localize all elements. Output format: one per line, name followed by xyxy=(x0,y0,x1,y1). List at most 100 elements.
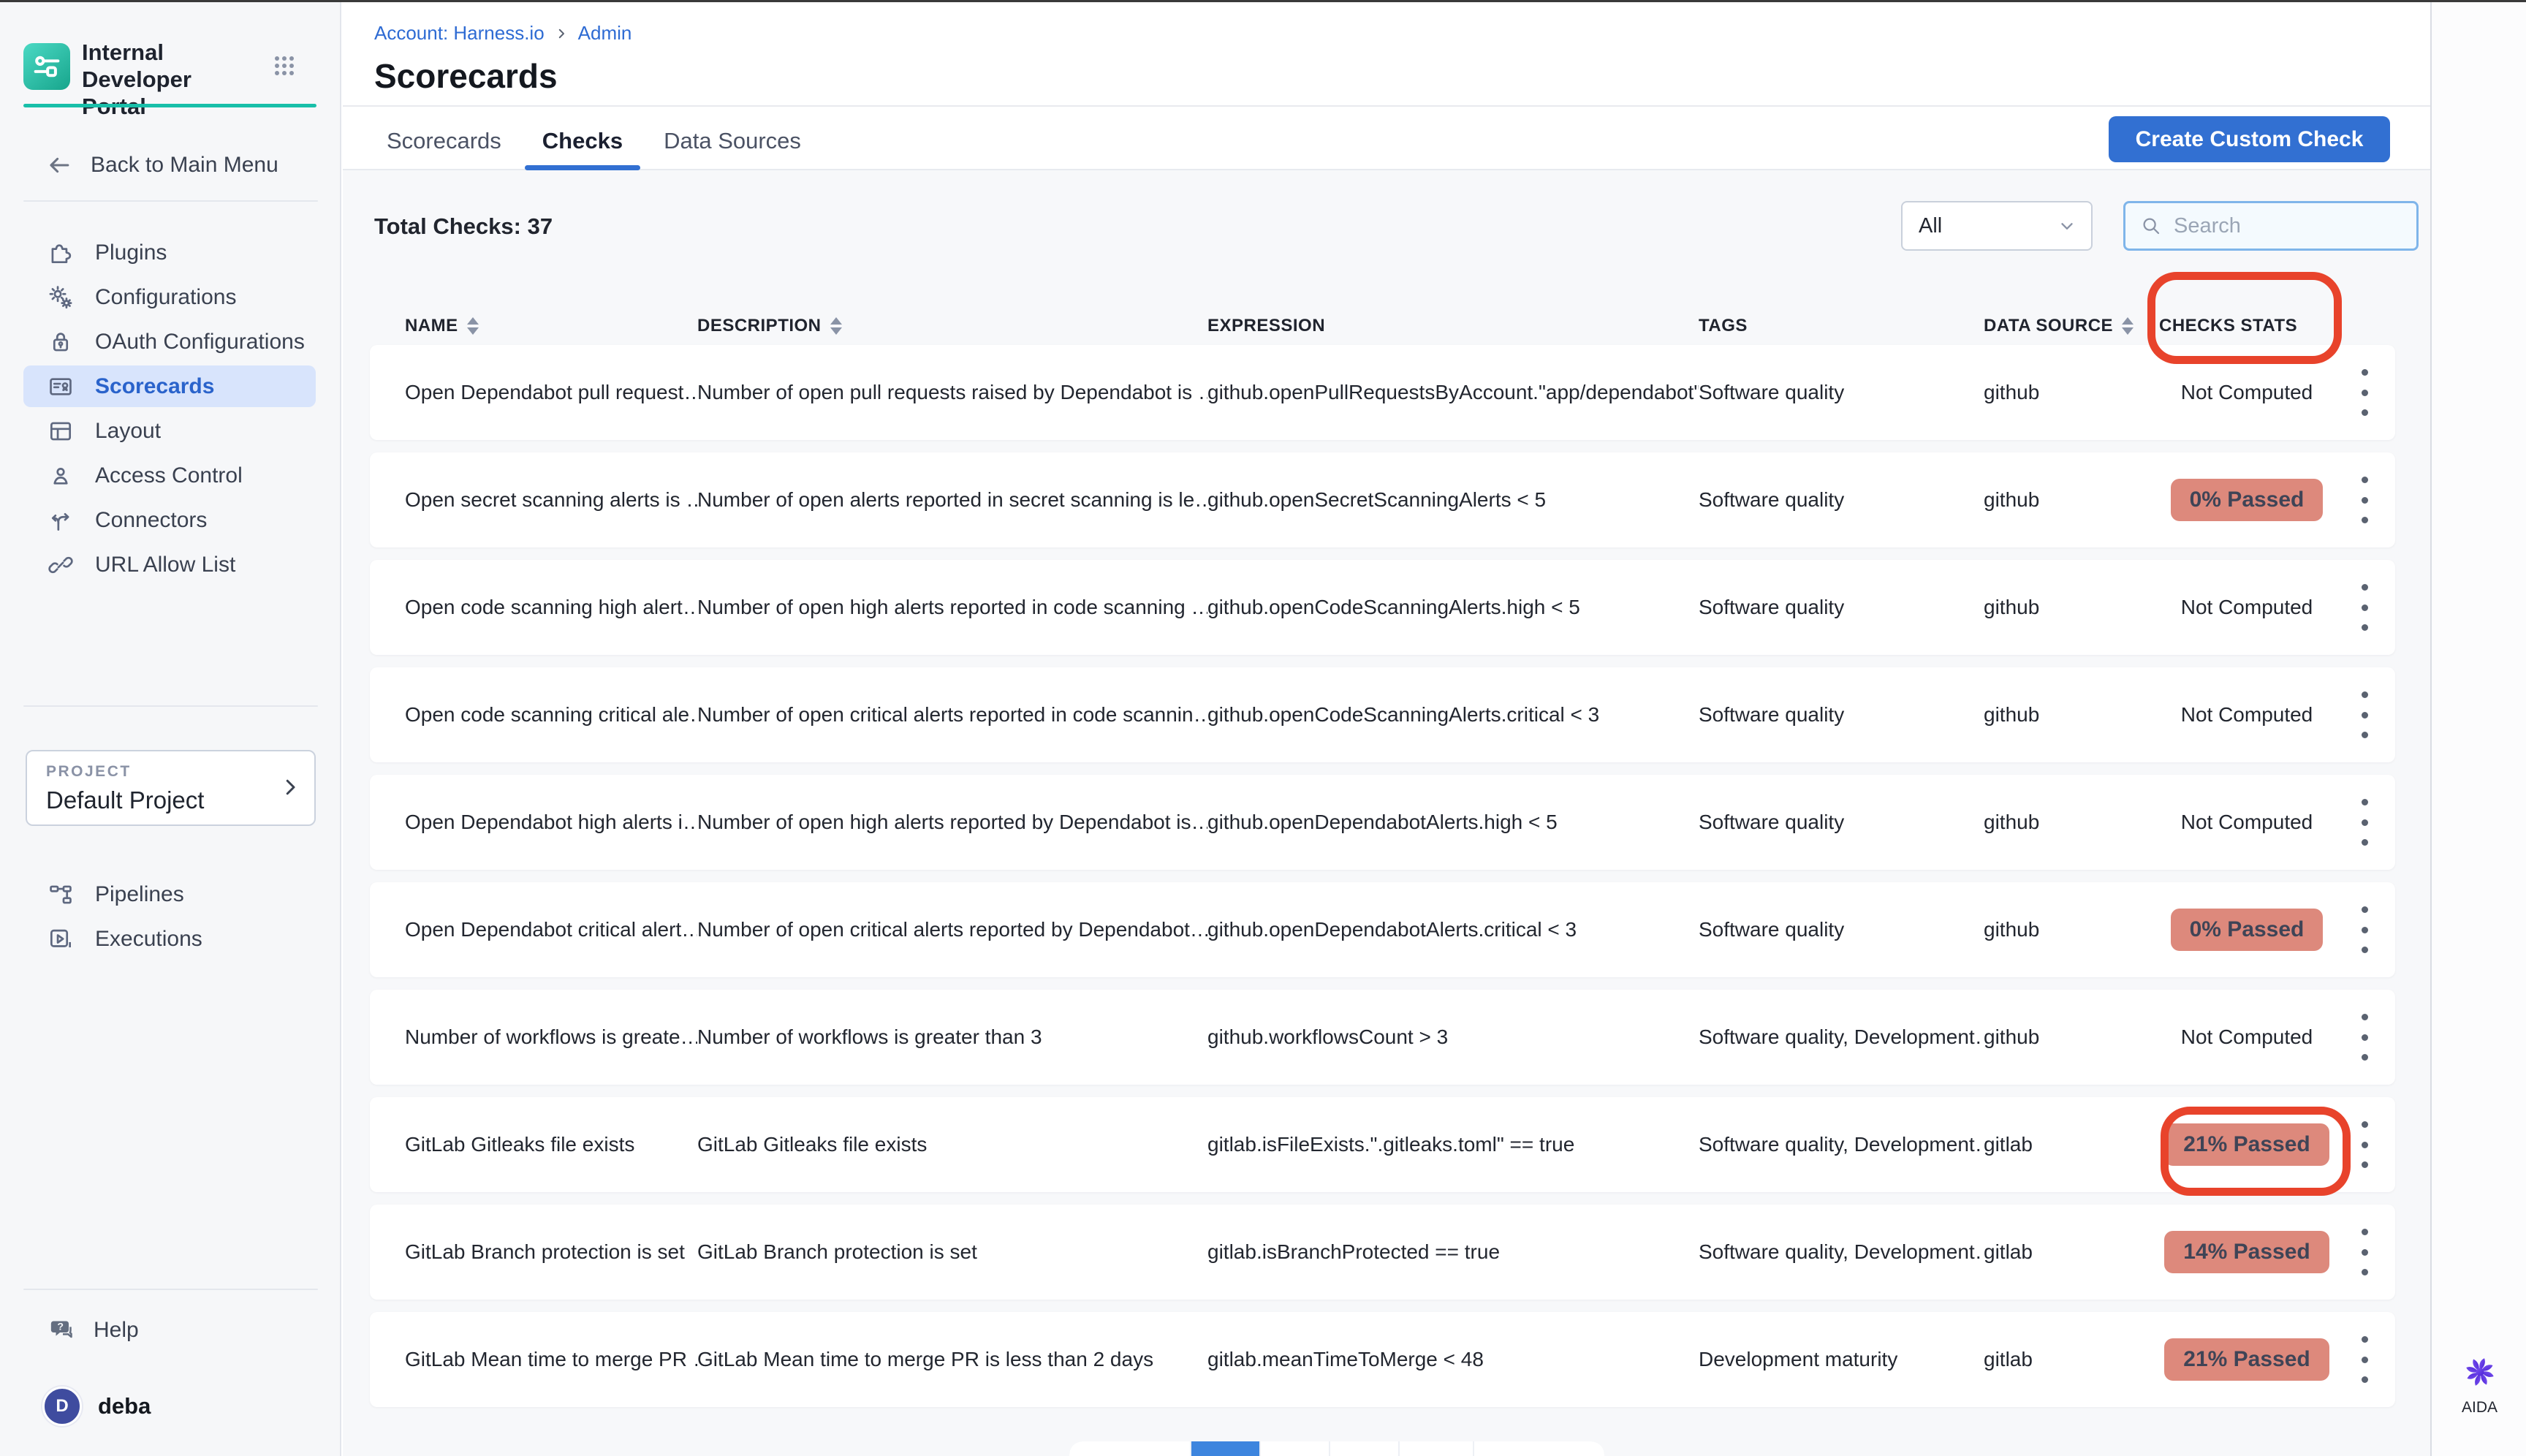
column-header-tags[interactable]: TAGS xyxy=(1699,316,1984,336)
check-tags: Software quality, Development… xyxy=(1699,1025,1984,1049)
back-to-main-menu[interactable]: Back to Main Menu xyxy=(0,143,341,188)
create-custom-check-button[interactable]: Create Custom Check xyxy=(2109,116,2390,162)
check-expression: gitlab.isBranchProtected == true xyxy=(1207,1240,1699,1264)
url-icon xyxy=(47,551,75,579)
table-row[interactable]: Open code scanning critical ale… Number … xyxy=(370,667,2395,762)
passed-badge: 0% Passed xyxy=(2171,479,2324,521)
kebab-menu-icon[interactable] xyxy=(2356,472,2373,528)
kebab-menu-icon[interactable] xyxy=(2356,580,2373,635)
scorecards-icon xyxy=(47,373,75,401)
check-expression: github.openCodeScanningAlerts.critical <… xyxy=(1207,703,1699,727)
column-header-name[interactable]: NAME xyxy=(405,316,697,336)
check-stats: Not Computed xyxy=(2159,1025,2335,1049)
not-computed-label: Not Computed xyxy=(2181,703,2313,727)
tab-label: Data Sources xyxy=(664,128,801,154)
kebab-menu-icon[interactable] xyxy=(2356,365,2373,420)
table-row[interactable]: GitLab Branch protection is set GitLab B… xyxy=(370,1205,2395,1300)
user-menu[interactable]: D deba xyxy=(0,1385,341,1427)
check-stats: 0% Passed xyxy=(2159,479,2335,521)
table-body: Open Dependabot pull request… Number of … xyxy=(370,345,2395,1419)
tab-scorecards[interactable]: Scorecards xyxy=(387,112,501,170)
check-expression: gitlab.isFileExists.".gitleaks.toml" == … xyxy=(1207,1133,1699,1156)
help-button[interactable]: ? Help xyxy=(0,1308,341,1353)
table-row[interactable]: Open secret scanning alerts is … Number … xyxy=(370,452,2395,547)
sort-icon[interactable] xyxy=(2122,317,2134,335)
pagination-page-3[interactable] xyxy=(1330,1441,1398,1456)
project-selector[interactable]: PROJECT Default Project xyxy=(26,750,316,826)
main-content: Account: Harness.io Admin Scorecards Sco… xyxy=(343,2,2430,1456)
kebab-menu-icon[interactable] xyxy=(2356,795,2373,850)
check-data-source: github xyxy=(1984,381,2159,404)
pagination-page-2[interactable] xyxy=(1261,1441,1329,1456)
table-row[interactable]: GitLab Mean time to merge PR … GitLab Me… xyxy=(370,1312,2395,1407)
sidebar-item-access-control[interactable]: Access Control xyxy=(0,453,341,498)
table-row[interactable]: Open Dependabot high alerts i… Number of… xyxy=(370,775,2395,870)
check-data-source: gitlab xyxy=(1984,1133,2159,1156)
app-grid-icon[interactable] xyxy=(273,55,295,77)
check-stats: 14% Passed xyxy=(2159,1231,2335,1273)
check-stats: 21% Passed xyxy=(2159,1123,2335,1166)
passed-badge: 14% Passed xyxy=(2164,1231,2329,1273)
column-header-checks-stats[interactable]: CHECKS STATS xyxy=(2159,316,2335,336)
sidebar-item-pipelines[interactable]: Pipelines xyxy=(0,872,341,917)
tab-checks[interactable]: Checks xyxy=(542,112,623,170)
pagination-prev[interactable] xyxy=(1069,1441,1190,1456)
column-header-data-source[interactable]: DATA SOURCE xyxy=(1984,316,2159,336)
sidebar-item-configurations[interactable]: Configurations xyxy=(0,275,341,319)
column-header-expression[interactable]: EXPRESSION xyxy=(1207,316,1699,336)
kebab-menu-icon[interactable] xyxy=(2356,1009,2373,1065)
sidebar-item-plugins[interactable]: Plugins xyxy=(0,230,341,275)
aida-assistant-button[interactable]: AIDA xyxy=(2432,1351,2526,1417)
sidebar-item-oauth-configurations[interactable]: OAuth Configurations xyxy=(0,319,341,364)
sidebar-item-scorecards[interactable]: Scorecards xyxy=(0,364,341,409)
table-row[interactable]: Open code scanning high alert… Number of… xyxy=(370,560,2395,655)
column-header-description[interactable]: DESCRIPTION xyxy=(697,316,1207,336)
table-row[interactable]: Open Dependabot pull request… Number of … xyxy=(370,345,2395,440)
check-expression: github.workflowsCount > 3 xyxy=(1207,1025,1699,1049)
check-description: GitLab Mean time to merge PR is less tha… xyxy=(697,1348,1207,1371)
check-data-source: github xyxy=(1984,488,2159,512)
check-expression: github.openSecretScanningAlerts < 5 xyxy=(1207,488,1699,512)
sidebar-item-executions[interactable]: Executions xyxy=(0,917,341,961)
kebab-menu-icon[interactable] xyxy=(2356,687,2373,743)
sidebar-divider xyxy=(23,1289,318,1290)
app-title: Internal Developer Portal xyxy=(82,39,257,120)
check-expression: github.openCodeScanningAlerts.high < 5 xyxy=(1207,596,1699,619)
table-row[interactable]: GitLab Gitleaks file exists GitLab Gitle… xyxy=(370,1097,2395,1192)
user-name: deba xyxy=(98,1393,151,1419)
breadcrumb-admin-link[interactable]: Admin xyxy=(578,22,632,45)
check-tags: Software quality, Development… xyxy=(1699,1240,1984,1264)
breadcrumb-account-link[interactable]: Account: Harness.io xyxy=(374,22,545,45)
idp-logo xyxy=(23,43,70,90)
table-row[interactable]: Open Dependabot critical alert… Number o… xyxy=(370,882,2395,977)
search-input[interactable] xyxy=(2172,213,2451,239)
sidebar-item-label: Executions xyxy=(95,927,202,952)
chevron-down-icon xyxy=(2057,216,2076,235)
kebab-menu-icon[interactable] xyxy=(2356,1224,2373,1280)
kebab-menu-icon[interactable] xyxy=(2356,902,2373,958)
tab-data-sources[interactable]: Data Sources xyxy=(664,112,801,170)
sidebar-item-label: URL Allow List xyxy=(95,553,235,577)
sidebar-nav: Plugins Configurations OAuth Configurati… xyxy=(0,230,341,587)
sort-icon[interactable] xyxy=(830,317,842,335)
check-data-source: github xyxy=(1984,596,2159,619)
kebab-menu-icon[interactable] xyxy=(2356,1332,2373,1387)
sidebar-item-connectors[interactable]: Connectors xyxy=(0,498,341,542)
sidebar-divider xyxy=(23,705,318,707)
pagination-page-1[interactable] xyxy=(1191,1441,1259,1456)
table-row[interactable]: Number of workflows is greate… Number of… xyxy=(370,990,2395,1085)
sidebar-item-url-allow-list[interactable]: URL Allow List xyxy=(0,542,341,587)
chevron-right-icon xyxy=(555,27,568,40)
sidebar-item-layout[interactable]: Layout xyxy=(0,409,341,453)
sidebar-item-label: Configurations xyxy=(95,285,236,310)
kebab-menu-icon[interactable] xyxy=(2356,1117,2373,1172)
pagination-next[interactable] xyxy=(1474,1441,1604,1456)
column-header-label: NAME xyxy=(405,316,458,336)
sort-icon[interactable] xyxy=(467,317,479,335)
project-label: PROJECT xyxy=(46,763,132,781)
search-box xyxy=(2123,201,2419,251)
filter-dropdown[interactable]: All xyxy=(1901,201,2093,251)
plugins-icon xyxy=(47,239,75,267)
pagination-page-4[interactable] xyxy=(1400,1441,1473,1456)
sidebar-project-nav: Pipelines Executions xyxy=(0,872,341,961)
